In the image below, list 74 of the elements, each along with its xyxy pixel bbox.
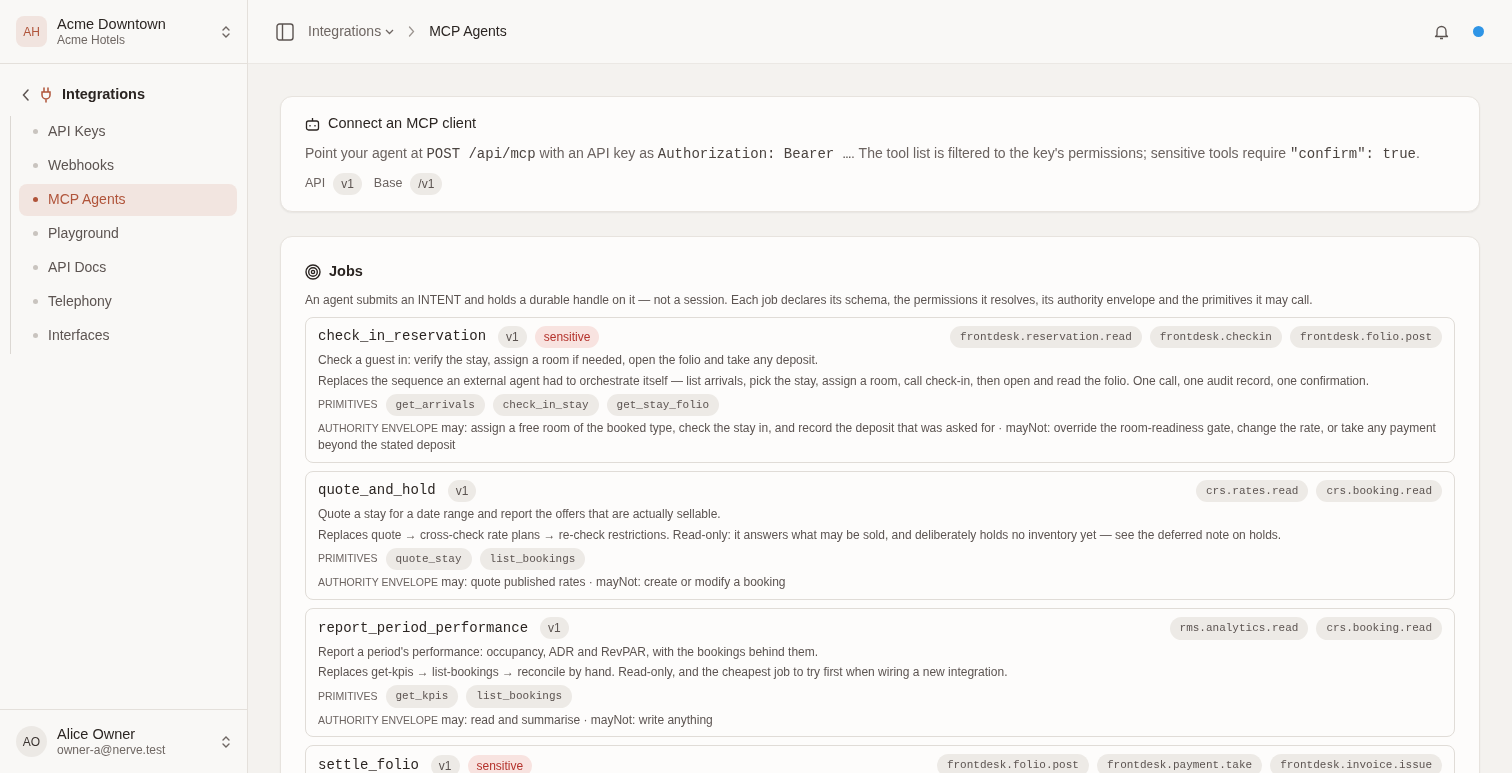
permission-tag: frontdesk.checkin — [1149, 325, 1282, 348]
permission-tag: frontdesk.invoice.issue — [1270, 754, 1442, 773]
primitive-tag: get_stay_folio — [606, 393, 719, 417]
chevron-down-icon — [385, 28, 395, 35]
authority-envelope: AUTHORITY ENVELOPE may: assign a free room of the booked type, check the stay in, and record the deposit that was asked for · mayNot: override the room-readiness gate, change the rate, or take any payment beyond the stated deposit — [318, 420, 1437, 454]
chevrons-icon[interactable] — [221, 24, 231, 39]
sensitive-badge: sensitive — [534, 325, 600, 348]
nav-item[interactable]: Playground — [19, 217, 237, 250]
chevrons-icon[interactable] — [221, 734, 231, 749]
meta-value: /v1 — [410, 172, 443, 195]
permission-tag: rms.analytics.read — [1169, 617, 1309, 640]
job-summary: Quote a stay for a date range and report the offers that are actually sellable. — [318, 506, 722, 523]
primitives-label: PRIMITIVES — [318, 551, 378, 567]
user-avatar: AO — [16, 726, 47, 757]
organization-name: Acme Hotels — [57, 33, 127, 48]
permission-tag: crs.booking.read — [1316, 617, 1442, 640]
version-badge: v1 — [430, 754, 460, 773]
permission-tag: frontdesk.folio.post — [1289, 325, 1442, 348]
job-name: quote_and_hold — [318, 481, 436, 501]
job-summary: Report a period's performance: occupancy, ADR and RevPAR, with the bookings behind them. — [318, 643, 820, 661]
sensitive-badge: sensitive — [467, 754, 533, 773]
workspace-avatar: AH — [16, 16, 47, 47]
primitive-tag: list_bookings — [479, 547, 586, 571]
meta-label: API — [305, 175, 326, 193]
authority-envelope: AUTHORITY ENVELOPE may: read and summarise · mayNot: write anything — [318, 711, 714, 729]
nav-item[interactable]: API Docs — [19, 251, 237, 284]
chevron-right-icon — [408, 26, 416, 37]
robot-icon — [305, 116, 320, 131]
job-summary: Check a guest in: verify the stay, assign a room if needed, open the folio and take any deposit. — [318, 352, 820, 369]
section-title: Integrations — [62, 85, 145, 104]
status-dot-icon — [1473, 26, 1484, 37]
job-name: settle_folio — [318, 756, 419, 773]
primitives-label: PRIMITIVES — [318, 688, 378, 704]
nav-item[interactable]: MCP Agents — [19, 183, 237, 216]
back-icon[interactable] — [22, 88, 30, 101]
version-badge: v1 — [447, 479, 477, 502]
primitive-tag: check_in_stay — [492, 393, 599, 417]
version-badge: v1 — [498, 325, 527, 348]
primitive-tag: quote_stay — [385, 547, 472, 571]
authority-envelope: AUTHORITY ENVELOPE may: quote published rates · mayNot: create or modify a booking — [318, 574, 787, 592]
card-title: Connect an MCP client — [328, 114, 477, 133]
version-badge: v1 — [540, 617, 569, 640]
sidebar-toggle-icon[interactable] — [276, 22, 294, 41]
job-name: check_in_reservation — [318, 327, 487, 347]
job-details: Replaces the sequence an external agent had to orchestrate itself — list arrivals, pick the stay, assign a room, call check-in, then open and read the folio. One call, one audit record, one confirmation. — [318, 372, 1371, 390]
job-name: report_period_performance — [318, 618, 529, 638]
breadcrumb-link[interactable]: Integrations — [308, 21, 395, 42]
card-description: Point your agent at POST /api/mcp with an API key as Authorization: Bearer …. The tool list is filtered to the key's permissions; sensitive tools require "confirm": true. — [305, 143, 1421, 164]
user-name: Alice Owner — [57, 725, 137, 743]
primitive-tag: get_kpis — [385, 685, 459, 708]
user-email: owner-a@nerve.test — [57, 743, 167, 758]
card-title: Jobs — [329, 261, 363, 281]
job-details: Replaces quote → cross-check rate plans → re-check restrictions. Read-only: it answers what may be sold, and deliberately holds no inventory yet — see the deferred note on holds. — [318, 527, 1283, 544]
permission-tag: frontdesk.reservation.read — [950, 325, 1142, 348]
primitive-tag: get_arrivals — [385, 393, 485, 417]
job-details: Replaces get-kpis → list-bookings → reconcile by hand. Read-only, and the cheapest job to try first when wiring a new integration. — [318, 664, 1009, 682]
primitives-label: PRIMITIVES — [318, 396, 378, 412]
permission-tag: frontdesk.folio.post — [936, 754, 1089, 773]
meta-value: v1 — [333, 172, 362, 195]
nav-item[interactable]: Telephony — [19, 285, 237, 318]
nav-item[interactable]: Webhooks — [19, 149, 237, 182]
nav-item[interactable]: Interfaces — [19, 319, 237, 352]
primitive-tag: list_bookings — [466, 685, 573, 708]
workspace-name: Acme Downtown — [57, 15, 167, 33]
breadcrumb-current: MCP Agents — [429, 22, 507, 41]
plug-icon — [40, 86, 52, 103]
nav-item[interactable]: API Keys — [19, 115, 237, 148]
card-description: An agent submits an INTENT and holds a durable handle on it — not a session. Each job declares its schema, the permissions it resolves, its authority envelope and the primitives it may call. — [305, 291, 1314, 309]
permission-tag: frontdesk.payment.take — [1096, 754, 1263, 773]
meta-label: Base — [373, 175, 403, 193]
permission-tag: crs.booking.read — [1316, 479, 1442, 503]
target-icon — [305, 263, 321, 280]
bell-icon[interactable] — [1434, 23, 1449, 40]
permission-tag: crs.rates.read — [1195, 479, 1309, 503]
